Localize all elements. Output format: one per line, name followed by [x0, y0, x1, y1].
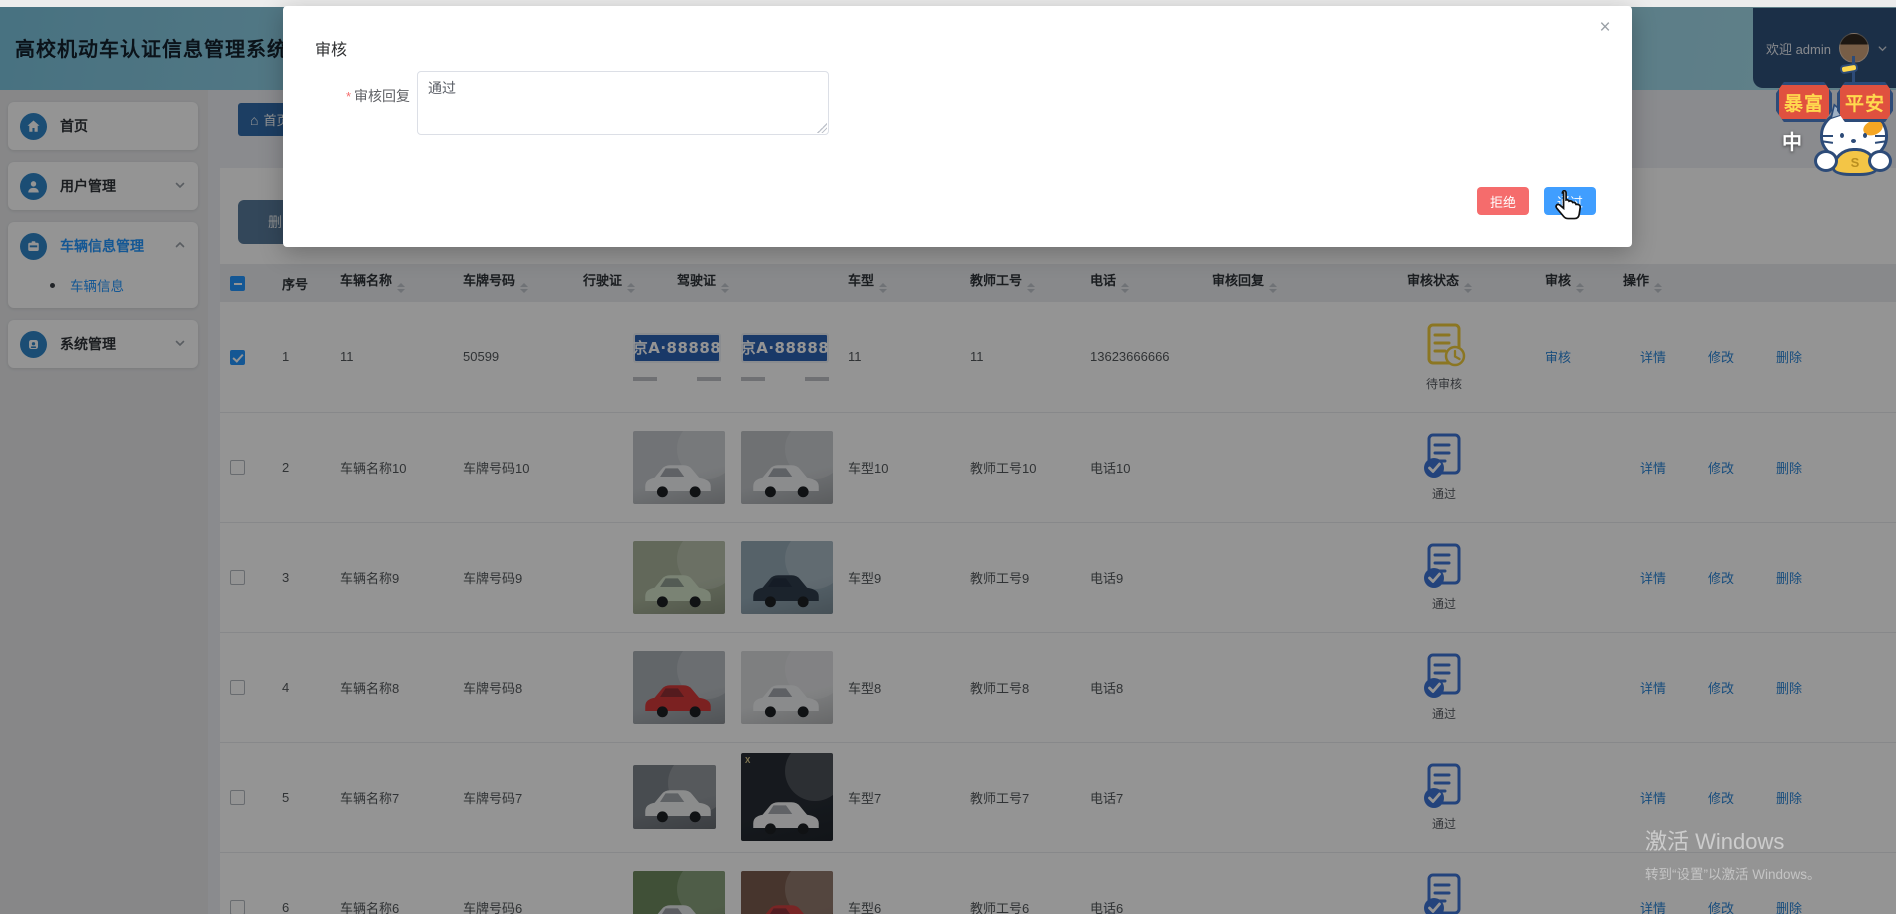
close-icon[interactable]: ×	[1593, 17, 1617, 39]
review-dialog: 审核 × *审核回复 通过 拒绝 通过	[283, 6, 1632, 247]
sticker-knot	[1839, 63, 1858, 75]
approve-button[interactable]: 通过	[1544, 187, 1596, 215]
ime-indicator: 中	[1782, 126, 1802, 155]
app-screen: 高校机动车认证信息管理系统的设计与 欢迎 admin 首页 用户管理 车辆信息管…	[0, 0, 1896, 914]
reply-textarea[interactable]: 通过	[417, 71, 829, 135]
reject-button[interactable]: 拒绝	[1477, 187, 1529, 215]
windows-watermark: 激活 Windows 转到“设置”以激活 Windows。	[1645, 824, 1821, 883]
plaque-badge: 平安	[1837, 82, 1893, 122]
plaque-badge: 暴富	[1776, 82, 1832, 122]
textarea-resize-handle[interactable]	[817, 123, 827, 133]
cat-paw	[1868, 150, 1892, 172]
required-mark: *	[346, 89, 351, 104]
mascot-sticker: 暴富 平安 S	[1772, 56, 1896, 186]
cat-paw	[1814, 150, 1838, 172]
reply-field-label: *审核回复	[283, 86, 410, 106]
dialog-title: 审核	[315, 36, 347, 60]
